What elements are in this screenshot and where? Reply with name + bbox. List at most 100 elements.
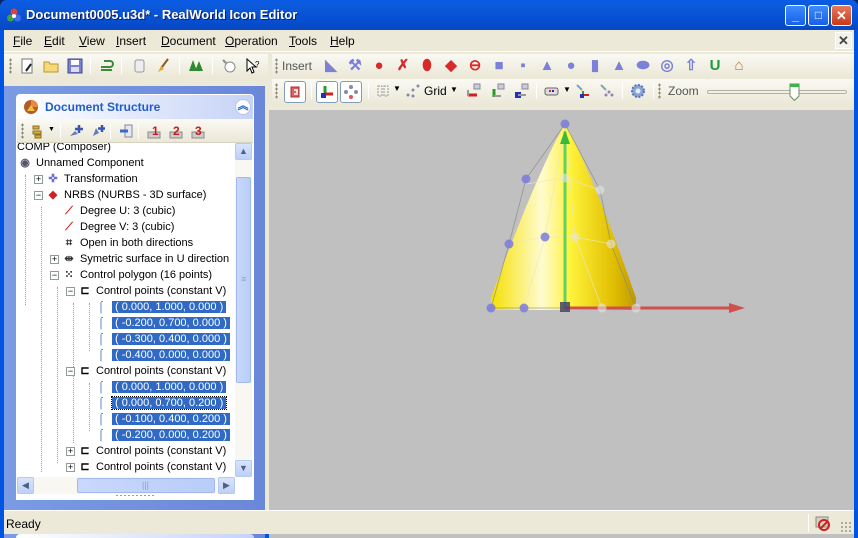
no-connection-icon[interactable] bbox=[814, 514, 832, 532]
secondary-panel-header[interactable] bbox=[16, 534, 254, 538]
3d-viewport[interactable] bbox=[269, 110, 854, 538]
document-structure-header[interactable]: Document Structure ︽ bbox=[17, 95, 253, 119]
menu-help[interactable]: Help bbox=[330, 34, 355, 48]
tree-item[interactable]: ⟋ Degree V: 3 (cubic) bbox=[61, 219, 174, 235]
toolbar-grip[interactable] bbox=[658, 83, 661, 99]
control-point-handle[interactable] bbox=[560, 173, 570, 183]
tree-item[interactable]: ✜ Transformation bbox=[45, 171, 137, 187]
tree-item[interactable]: ⊏ Control points (constant V) bbox=[77, 459, 226, 475]
control-point-handle[interactable] bbox=[597, 303, 607, 313]
reset-view-button[interactable] bbox=[284, 81, 306, 103]
horizontal-scroll-thumb[interactable]: ||| bbox=[77, 478, 215, 493]
move-mode-button[interactable] bbox=[316, 81, 338, 103]
level-3-icon[interactable]: 3 bbox=[189, 122, 207, 140]
grid-dropdown[interactable]: Grid bbox=[424, 84, 447, 98]
pyramid-icon[interactable]: ▲ bbox=[538, 57, 556, 75]
control-point-handle[interactable] bbox=[631, 303, 641, 313]
menu-tools[interactable]: Tools bbox=[289, 34, 317, 48]
level-2-icon[interactable]: 2 bbox=[167, 122, 185, 140]
camera-icon[interactable] bbox=[544, 82, 562, 100]
tree-item[interactable]: ⁙ Control polygon (16 points) bbox=[61, 267, 212, 283]
red-twist-icon[interactable]: ✗ bbox=[394, 57, 412, 75]
help-pointer-icon[interactable]: ? bbox=[244, 57, 262, 75]
control-point-item[interactable]: ⌠ ( -0.300, 0.400, 0.000 ) bbox=[93, 331, 230, 347]
add-sibling-icon[interactable] bbox=[89, 122, 107, 140]
collapse-icon[interactable]: − bbox=[66, 287, 75, 296]
tree-item[interactable]: ⟋ Degree U: 3 (cubic) bbox=[61, 203, 175, 219]
size-grip[interactable] bbox=[840, 521, 852, 533]
menu-edit[interactable]: Edit bbox=[44, 34, 65, 48]
control-point-item[interactable]: ⌠ ( -0.400, 0.000, 0.000 ) bbox=[93, 347, 230, 363]
control-point-item[interactable]: ⌠ ( -0.100, 0.400, 0.200 ) bbox=[93, 411, 230, 427]
control-point-handle[interactable] bbox=[606, 239, 616, 249]
tree-item[interactable]: ⊏ Control points (constant V) bbox=[77, 443, 226, 459]
menu-view[interactable]: View bbox=[79, 34, 105, 48]
toolbar-grip[interactable] bbox=[21, 123, 24, 139]
menu-insert[interactable]: Insert bbox=[116, 34, 146, 48]
scroll-up-button[interactable]: ▲ bbox=[235, 143, 252, 160]
expand-icon[interactable]: + bbox=[50, 255, 59, 264]
x-axis-arrow[interactable] bbox=[729, 303, 745, 313]
control-point-item[interactable]: ⌠ ( 0.000, 1.000, 0.000 ) bbox=[93, 299, 227, 315]
zoom-slider-thumb[interactable] bbox=[789, 83, 800, 102]
control-point-item[interactable]: ⌠ ( -0.200, 0.000, 0.200 ) bbox=[93, 427, 230, 443]
control-point-handle[interactable] bbox=[540, 232, 550, 242]
control-point-handle[interactable] bbox=[595, 185, 605, 195]
collapse-panel-button[interactable]: ︽ bbox=[235, 99, 251, 115]
sphere-icon[interactable]: ● bbox=[562, 57, 580, 75]
cone-icon[interactable]: ▲ bbox=[610, 57, 628, 75]
tree-item[interactable]: ⌗ Open in both directions bbox=[61, 235, 193, 251]
menu-operation[interactable]: Operation bbox=[225, 34, 278, 48]
expand-icon[interactable]: + bbox=[34, 175, 43, 184]
tree-item[interactable]: ⊏ Control points (constant V) bbox=[77, 283, 226, 299]
trees-icon[interactable] bbox=[187, 57, 205, 75]
light-bulb-icon[interactable] bbox=[220, 57, 238, 75]
brush-icon[interactable] bbox=[154, 57, 172, 75]
lock-move-y-icon[interactable] bbox=[488, 82, 506, 100]
toolbar-grip[interactable] bbox=[275, 58, 278, 74]
transform-axes-icon[interactable] bbox=[574, 82, 592, 100]
origin-handle[interactable] bbox=[560, 302, 570, 312]
cube-icon[interactable]: ■ bbox=[490, 57, 508, 75]
resize-grip[interactable] bbox=[115, 494, 155, 497]
scroll-down-button[interactable]: ▼ bbox=[235, 460, 252, 477]
bent-pipe-icon[interactable]: ◣ bbox=[322, 57, 340, 75]
selection-dropdown-icon[interactable] bbox=[374, 82, 392, 100]
house-icon[interactable]: ⌂ bbox=[730, 57, 748, 75]
collapse-icon[interactable]: − bbox=[34, 191, 43, 200]
zoom-slider-track[interactable] bbox=[707, 90, 847, 94]
red-sphere-bumpy-icon[interactable]: ● bbox=[370, 57, 388, 75]
settings-gear-icon[interactable] bbox=[629, 82, 647, 100]
expand-icon[interactable]: + bbox=[66, 447, 75, 456]
tree-vertical-scrollbar[interactable]: ▲ ≡ ▼ bbox=[235, 143, 252, 477]
level-1-icon[interactable]: 1 bbox=[145, 122, 163, 140]
new-document-icon[interactable] bbox=[18, 57, 36, 75]
tree-horizontal-scrollbar[interactable]: ◀ ||| ▶ bbox=[17, 477, 235, 494]
red-pyramid-icon[interactable]: ◆ bbox=[442, 57, 460, 75]
open-folder-icon[interactable] bbox=[42, 57, 60, 75]
undo-icon[interactable] bbox=[97, 57, 115, 75]
hammer-icon[interactable]: ⚒ bbox=[346, 57, 364, 75]
expand-icon[interactable]: + bbox=[66, 463, 75, 472]
red-drop-icon[interactable]: ⬮ bbox=[418, 57, 436, 75]
minimize-button[interactable]: _ bbox=[785, 5, 806, 26]
control-point-handle[interactable] bbox=[521, 174, 531, 184]
toolbar-grip[interactable] bbox=[9, 58, 12, 74]
move-out-icon[interactable] bbox=[117, 122, 135, 140]
u-shape-icon[interactable]: U bbox=[706, 57, 724, 75]
dropdown-arrow-icon[interactable]: ▼ bbox=[48, 126, 55, 133]
close-button[interactable]: ✕ bbox=[831, 5, 852, 26]
control-point-item[interactable]: ⌠ ( 0.000, 1.000, 0.000 ) bbox=[93, 379, 227, 395]
dropdown-arrow-icon[interactable]: ▼ bbox=[393, 84, 401, 93]
dropdown-arrow-icon[interactable]: ▼ bbox=[450, 85, 458, 94]
copy-icon[interactable] bbox=[130, 57, 148, 75]
control-point-handle[interactable] bbox=[560, 119, 570, 129]
add-item-dropdown-icon[interactable] bbox=[29, 122, 47, 140]
dropdown-arrow-icon[interactable]: ▼ bbox=[563, 85, 571, 94]
tree-item[interactable]: ◆ NRBS (NURBS - 3D surface) bbox=[45, 187, 207, 203]
cylinder-icon[interactable]: ▮ bbox=[586, 57, 604, 75]
tree-item[interactable]: COMP (Composer) bbox=[17, 143, 111, 155]
scroll-right-button[interactable]: ▶ bbox=[218, 477, 235, 494]
control-point-handle[interactable] bbox=[519, 303, 529, 313]
transform-vertices-icon[interactable] bbox=[598, 82, 616, 100]
